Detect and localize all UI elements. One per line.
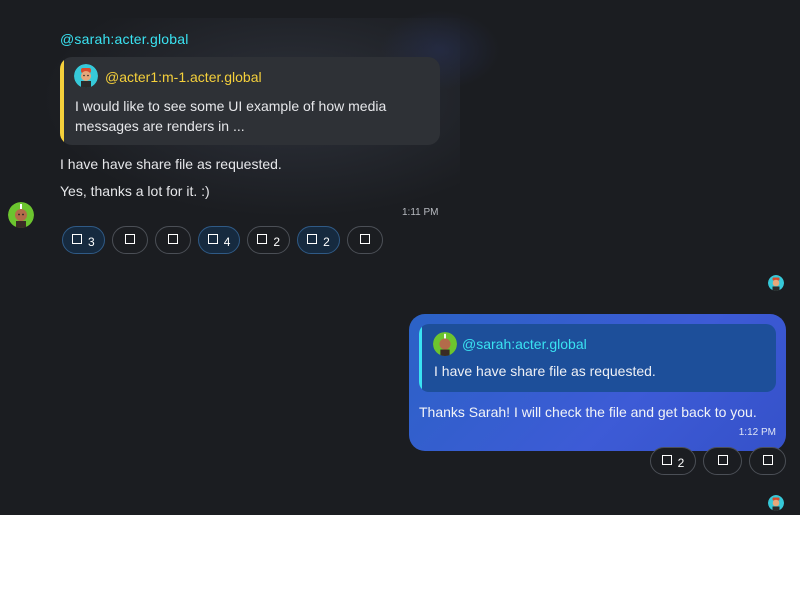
reply-quote[interactable]: @acter1:m-1.acter.global I would like to…	[60, 57, 440, 145]
avatar-icon	[768, 495, 784, 511]
reaction-chip[interactable]: 2	[650, 447, 696, 475]
sender-name[interactable]: @sarah:acter.global	[60, 31, 189, 47]
outgoing-message-bubble[interactable]: @sarah:acter.global I have have share fi…	[409, 314, 786, 451]
emoji-placeholder-icon	[717, 454, 728, 465]
emoji-placeholder-icon	[207, 233, 218, 244]
emoji-placeholder-icon	[307, 233, 318, 244]
avatar-icon	[768, 275, 784, 291]
reactions-row: 2	[650, 447, 786, 475]
reply-text: I have have share file as requested.	[434, 363, 656, 379]
avatar-icon	[74, 64, 98, 88]
emoji-placeholder-icon	[661, 454, 672, 465]
read-receipt-avatar[interactable]	[768, 275, 784, 291]
avatar-sarah[interactable]	[8, 202, 34, 228]
message-text: Thanks Sarah! I will check the file and …	[419, 404, 757, 420]
message-timestamp: 1:11 PM	[402, 207, 439, 218]
reply-quote[interactable]: @sarah:acter.global I have have share fi…	[419, 324, 776, 392]
emoji-placeholder-icon	[167, 233, 178, 244]
reaction-chip[interactable]: 2	[297, 226, 340, 254]
reaction-chip[interactable]	[749, 447, 786, 475]
reply-author[interactable]: @acter1:m-1.acter.global	[105, 69, 262, 85]
reaction-chip[interactable]: 3	[62, 226, 105, 254]
chat-timeline: @sarah:acter.global @acter1:m-1.acter.gl…	[0, 0, 800, 515]
reaction-chip[interactable]	[703, 447, 742, 475]
avatar-icon	[433, 332, 457, 356]
reaction-chip[interactable]	[154, 226, 191, 254]
avatar-icon	[8, 202, 34, 228]
reaction-chip[interactable]: 2	[247, 226, 291, 254]
reaction-chip[interactable]	[111, 226, 148, 254]
emoji-placeholder-icon	[124, 233, 135, 244]
reaction-count: 2	[273, 235, 281, 249]
message-text: Yes, thanks a lot for it. :)	[60, 183, 210, 199]
reaction-chip[interactable]: 4	[197, 226, 241, 254]
read-receipt-avatar[interactable]	[768, 495, 784, 511]
reaction-count: 3	[88, 235, 95, 249]
reaction-count: 2	[677, 456, 685, 470]
emoji-placeholder-icon	[72, 233, 82, 244]
reply-text: I would like to see some UI example of h…	[75, 98, 387, 134]
message-timestamp: 1:12 PM	[738, 427, 776, 438]
reply-quote-bar	[60, 57, 64, 145]
emoji-placeholder-icon	[257, 233, 268, 244]
emoji-placeholder-icon	[359, 233, 370, 244]
reaction-chip[interactable]	[346, 226, 383, 254]
reactions-row: 3 4 2 2	[62, 226, 383, 254]
reaction-count: 2	[323, 235, 330, 249]
avatar-sarah[interactable]	[433, 332, 457, 356]
avatar-acter1[interactable]	[74, 64, 98, 88]
reply-quote-bar	[419, 324, 422, 392]
reaction-count: 4	[223, 235, 231, 249]
reply-author[interactable]: @sarah:acter.global	[462, 336, 587, 352]
message-text: I have have share file as requested.	[60, 156, 282, 172]
emoji-placeholder-icon	[762, 454, 773, 465]
